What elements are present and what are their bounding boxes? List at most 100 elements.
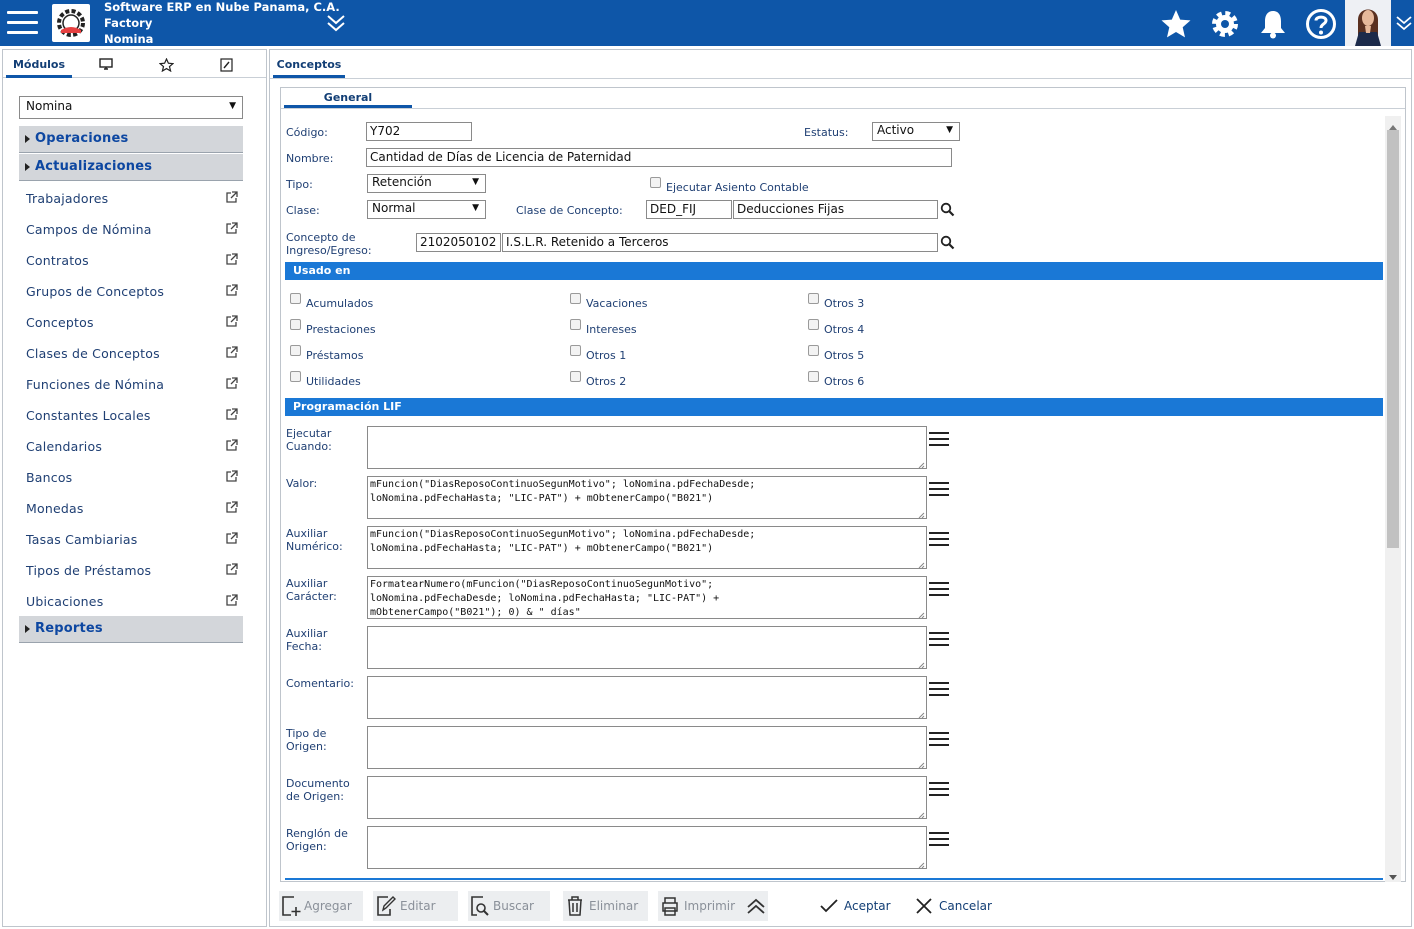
editar-button[interactable]: Editar [373, 891, 458, 921]
scroll-down-icon[interactable] [1389, 870, 1397, 884]
checkbox-otros-3[interactable] [808, 293, 819, 304]
menu-lines-icon[interactable] [929, 782, 949, 798]
estatus-select[interactable]: Activo ▼ [872, 122, 960, 141]
renglon-origen-textarea[interactable] [367, 826, 927, 869]
external-link-icon[interactable] [225, 346, 238, 362]
menu-lines-icon[interactable] [929, 632, 949, 648]
nombre-input[interactable]: Cantidad de Días de Licencia de Paternid… [366, 148, 952, 167]
sidebar-item-campos-nomina[interactable]: Campos de Nómina [26, 222, 238, 242]
external-link-icon[interactable] [225, 253, 238, 269]
star-icon[interactable] [1160, 8, 1192, 40]
external-link-icon[interactable] [225, 191, 238, 207]
codigo-input[interactable]: Y702 [366, 122, 472, 141]
resize-grip-icon[interactable] [918, 660, 925, 668]
module-select[interactable]: Nomina ▼ [19, 96, 243, 119]
resize-grip-icon[interactable] [918, 760, 925, 768]
external-link-icon[interactable] [225, 563, 238, 579]
external-link-icon[interactable] [225, 377, 238, 393]
star-outline-icon[interactable] [141, 50, 191, 78]
external-link-icon[interactable] [225, 594, 238, 610]
checkbox-acumulados[interactable] [290, 293, 301, 304]
checkbox-intereses[interactable] [570, 319, 581, 330]
external-link-icon[interactable] [225, 284, 238, 300]
clase-concepto-code-input[interactable]: DED_FIJ [646, 200, 732, 219]
comentario-textarea[interactable] [367, 676, 927, 719]
auxiliar-fecha-textarea[interactable] [367, 626, 927, 669]
asiento-contable-checkbox[interactable] [650, 177, 661, 188]
tab-modulos[interactable]: Módulos [6, 50, 72, 78]
menu-lines-icon[interactable] [929, 582, 949, 598]
search-icon[interactable] [940, 202, 955, 220]
tipo-select[interactable]: Retención ▼ [367, 174, 486, 193]
eliminar-button[interactable]: Eliminar [563, 891, 648, 921]
sidebar-item-grupos-conceptos[interactable]: Grupos de Conceptos [26, 284, 238, 304]
resize-grip-icon[interactable] [918, 560, 925, 568]
checkbox-otros-5[interactable] [808, 345, 819, 356]
sidebar-item-trabajadores[interactable]: Trabajadores [26, 191, 238, 211]
menu-icon[interactable] [7, 11, 38, 35]
sidebar-item-contratos[interactable]: Contratos [26, 253, 238, 273]
buscar-button[interactable]: Buscar [468, 891, 550, 921]
ingreso-name-input[interactable]: I.S.L.R. Retenido a Terceros [502, 233, 938, 252]
sidebar-item-conceptos[interactable]: Conceptos [26, 315, 238, 335]
clase-select[interactable]: Normal ▼ [367, 200, 486, 219]
sidebar-item-calendarios[interactable]: Calendarios [26, 439, 238, 459]
menu-lines-icon[interactable] [929, 732, 949, 748]
sidebar-item-monedas[interactable]: Monedas [26, 501, 238, 521]
auxiliar-caracter-textarea[interactable]: FormatearNumero(mFuncion("DiasReposoCont… [367, 576, 927, 619]
tipo-origen-textarea[interactable] [367, 726, 927, 769]
external-link-icon[interactable] [225, 470, 238, 486]
help-icon[interactable] [1305, 8, 1337, 40]
resize-grip-icon[interactable] [918, 460, 925, 468]
edit-icon[interactable] [201, 50, 251, 78]
vertical-scrollbar[interactable] [1385, 116, 1401, 882]
checkbox-utilidades[interactable] [290, 371, 301, 382]
valor-textarea[interactable]: mFuncion("DiasReposoContinuoSegunMotivo"… [367, 476, 927, 519]
chevron-double-up-icon[interactable] [747, 897, 765, 918]
sidebar-item-constantes-locales[interactable]: Constantes Locales [26, 408, 238, 428]
aceptar-button[interactable]: Aceptar [820, 891, 900, 921]
section-actualizaciones[interactable]: Actualizaciones [19, 154, 243, 181]
menu-lines-icon[interactable] [929, 832, 949, 848]
menu-lines-icon[interactable] [929, 432, 949, 448]
checkbox-otros-1[interactable] [570, 345, 581, 356]
external-link-icon[interactable] [225, 501, 238, 517]
resize-grip-icon[interactable] [918, 810, 925, 818]
section-operaciones[interactable]: Operaciones [19, 126, 243, 153]
external-link-icon[interactable] [225, 315, 238, 331]
ingreso-code-input[interactable]: 2102050102 [416, 233, 501, 252]
agregar-button[interactable]: Agregar [279, 891, 363, 921]
checkbox-prestamos[interactable] [290, 345, 301, 356]
checkbox-vacaciones[interactable] [570, 293, 581, 304]
cancelar-button[interactable]: Cancelar [916, 891, 1000, 921]
clase-concepto-name-input[interactable]: Deducciones Fijas [733, 200, 938, 219]
menu-lines-icon[interactable] [929, 682, 949, 698]
external-link-icon[interactable] [225, 222, 238, 238]
checkbox-otros-2[interactable] [570, 371, 581, 382]
checkbox-otros-4[interactable] [808, 319, 819, 330]
tab-conceptos[interactable]: Conceptos [273, 50, 345, 78]
scrollbar-thumb[interactable] [1387, 130, 1399, 548]
resize-grip-icon[interactable] [918, 710, 925, 718]
menu-lines-icon[interactable] [929, 532, 949, 548]
gear-icon[interactable] [1209, 8, 1241, 40]
menu-lines-icon[interactable] [929, 482, 949, 498]
external-link-icon[interactable] [225, 439, 238, 455]
bell-icon[interactable] [1257, 8, 1289, 40]
auxiliar-numerico-textarea[interactable]: mFuncion("DiasReposoContinuoSegunMotivo"… [367, 526, 927, 569]
sidebar-item-clases-conceptos[interactable]: Clases de Conceptos [26, 346, 238, 366]
sidebar-item-ubicaciones[interactable]: Ubicaciones [26, 594, 238, 614]
ejecutar-cuando-textarea[interactable] [367, 426, 927, 469]
documento-origen-textarea[interactable] [367, 776, 927, 819]
sidebar-item-funciones-nomina[interactable]: Funciones de Nómina [26, 377, 238, 397]
sidebar-item-tasas-cambiarias[interactable]: Tasas Cambiarias [26, 532, 238, 552]
resize-grip-icon[interactable] [918, 510, 925, 518]
monitor-icon[interactable] [81, 50, 131, 78]
sidebar-item-bancos[interactable]: Bancos [26, 470, 238, 490]
resize-grip-icon[interactable] [918, 860, 925, 868]
checkbox-prestaciones[interactable] [290, 319, 301, 330]
search-icon[interactable] [940, 235, 955, 253]
avatar[interactable] [1345, 0, 1391, 46]
chevron-down-icon[interactable] [1396, 14, 1412, 35]
chevron-double-down-icon[interactable] [326, 12, 346, 37]
